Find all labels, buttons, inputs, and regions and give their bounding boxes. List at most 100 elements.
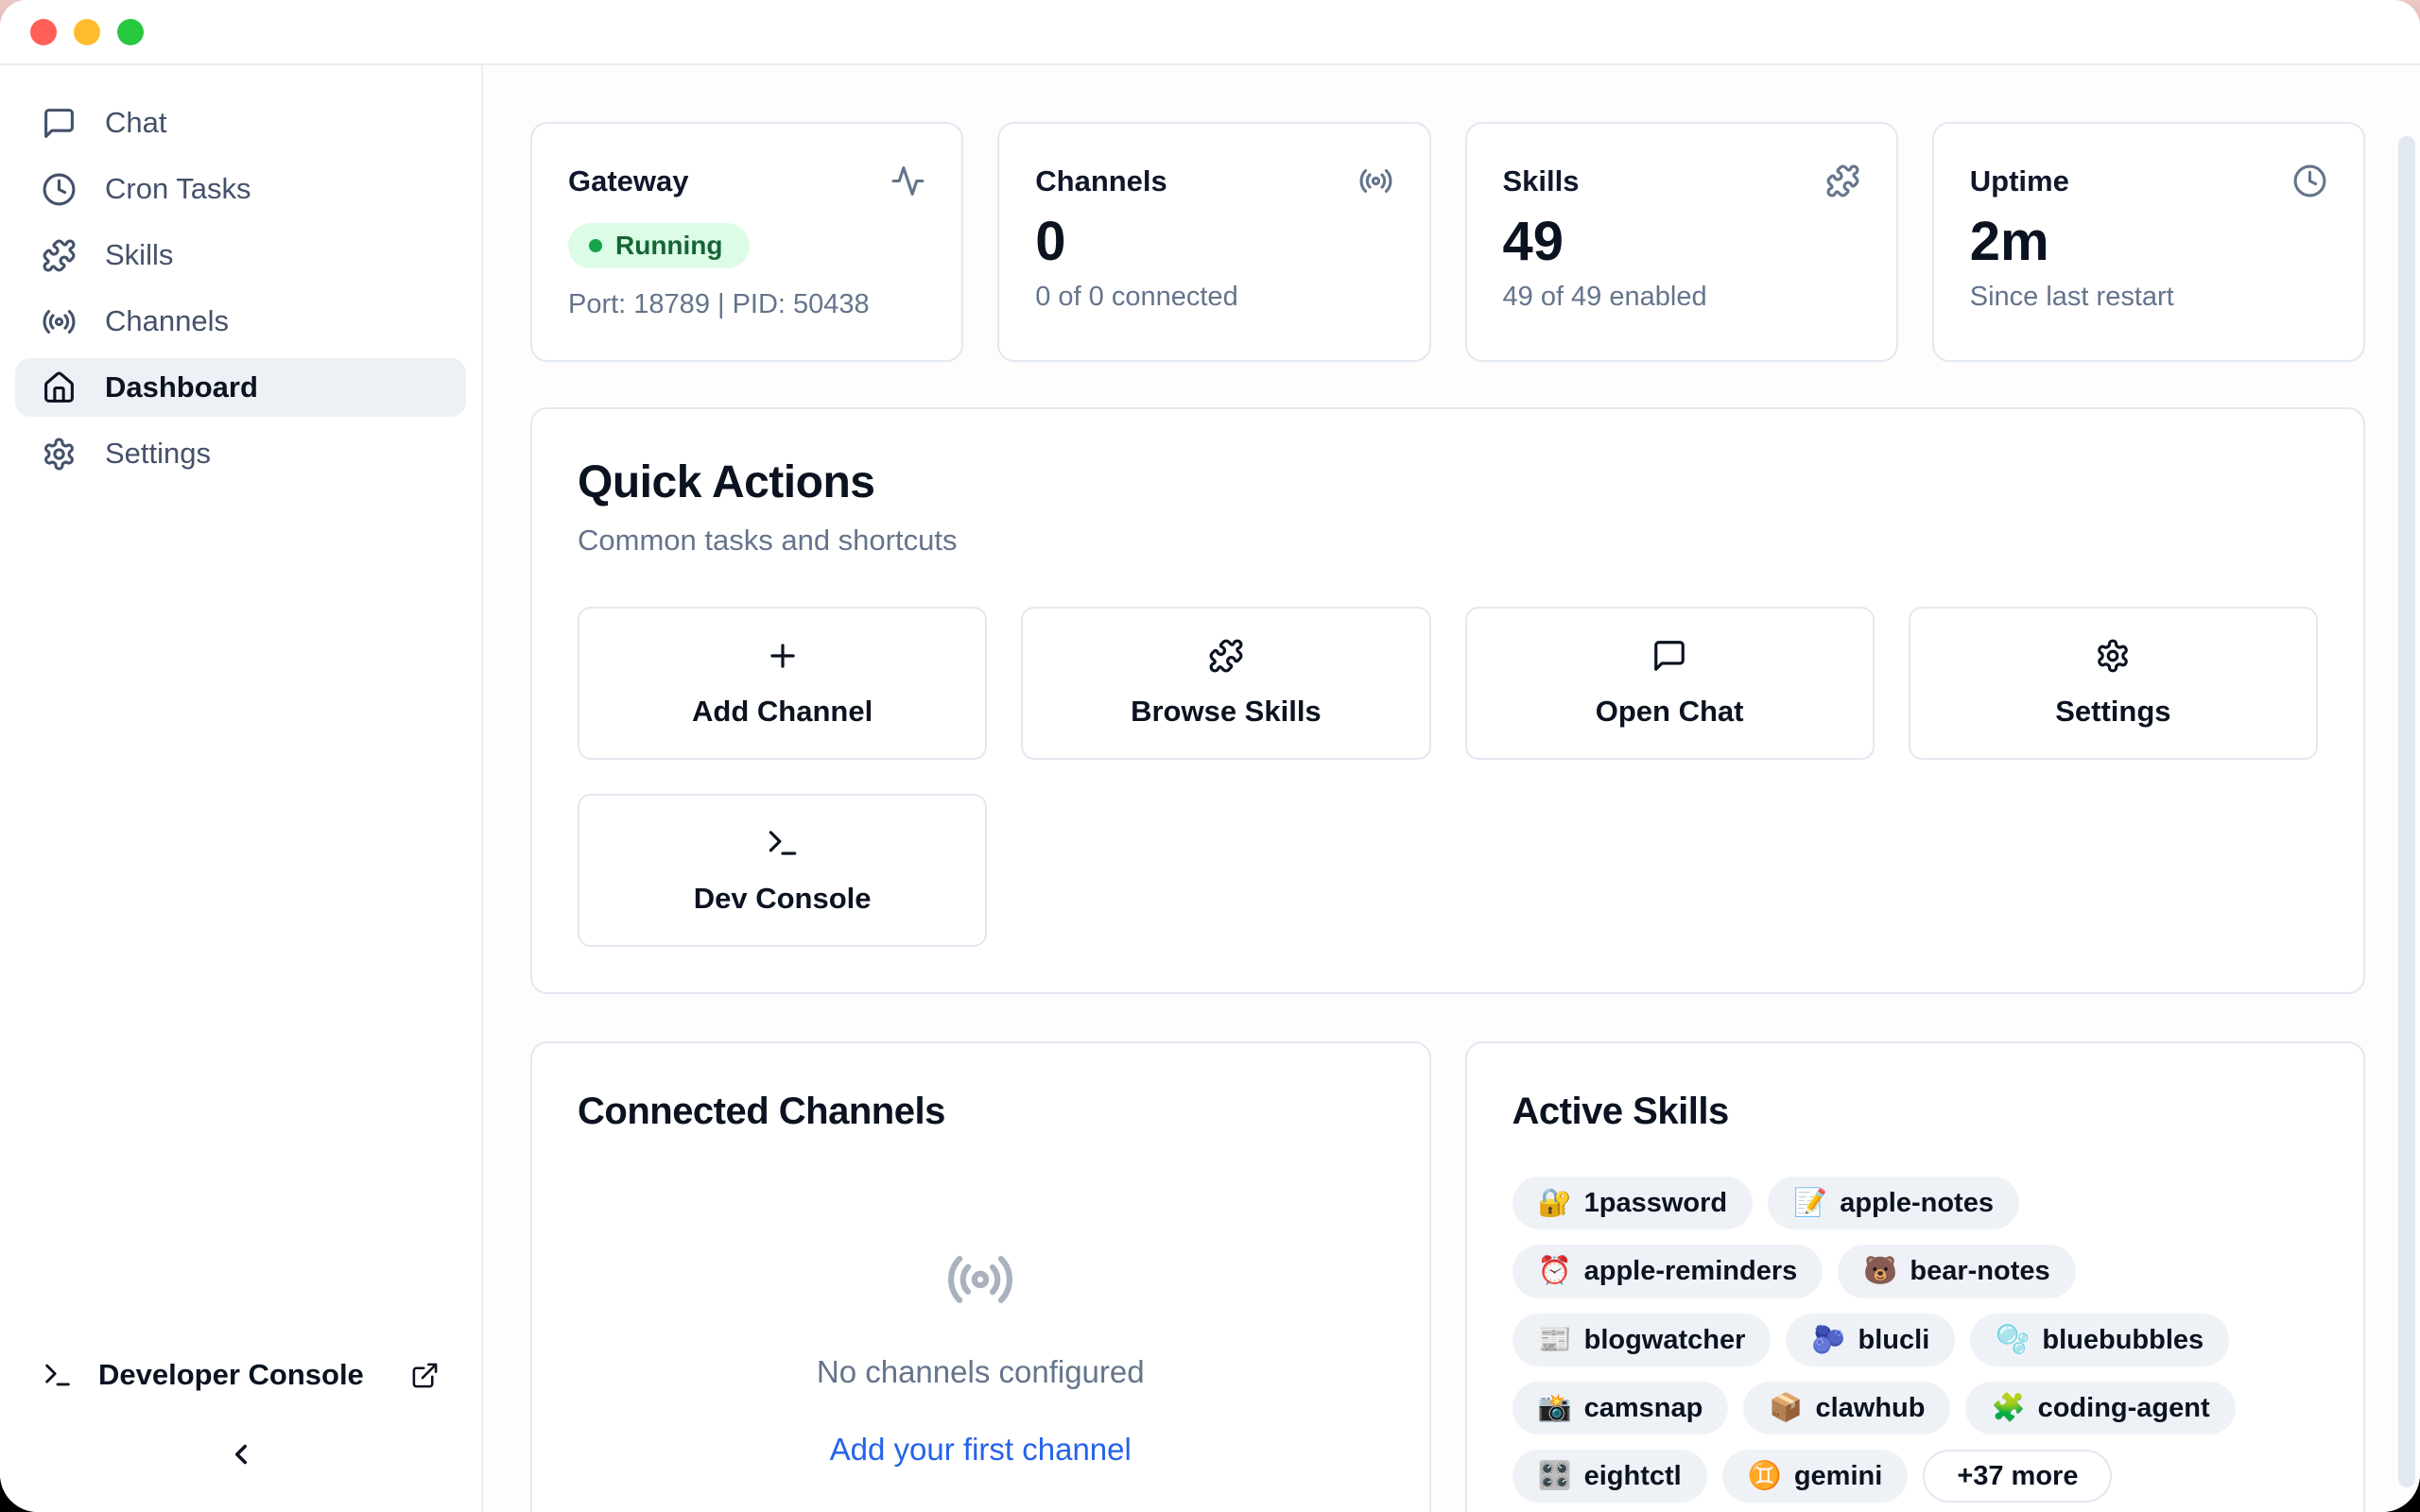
settings-label: Settings [2055,695,2170,729]
skills-count: 49 [1503,212,1860,272]
skill-pill: ♊ gemini [1722,1450,1909,1503]
sidebar-item-label: Skills [105,238,173,272]
settings-button[interactable]: Settings [1909,607,2318,760]
skill-emoji: 🎛️ [1538,1459,1572,1493]
gateway-card-title: Gateway [568,164,689,198]
skill-name: bluebubbles [2042,1323,2204,1357]
sidebar-item-skills[interactable]: Skills [15,226,466,284]
stats-row: Gateway Running Port: 18789 | PID: 50438… [530,122,2365,362]
sidebar-item-settings[interactable]: Settings [15,424,466,483]
skill-pill: 🎛️ eightctl [1512,1450,1707,1503]
skill-emoji: 🫧 [1996,1323,2030,1357]
add-channel-button[interactable]: Add Channel [578,607,987,760]
skill-pill: 📝apple-notes [1768,1177,2019,1229]
sidebar-item-chat[interactable]: Chat [15,94,466,152]
skills-card-title: Skills [1503,164,1580,198]
skill-emoji: 🐻 [1863,1254,1897,1288]
radio-icon [42,304,77,339]
chevron-left-icon [225,1438,257,1470]
plus-icon [765,638,801,674]
no-channels-text: No channels configured [817,1354,1145,1390]
skill-name: eightctl [1584,1459,1682,1493]
minimize-button[interactable] [74,19,100,45]
add-first-channel-link[interactable]: Add your first channel [830,1432,1132,1468]
skill-name: blogwatcher [1584,1323,1746,1357]
close-button[interactable] [30,19,57,45]
sidebar-item-label: Channels [105,304,229,338]
connected-channels-card: Connected Channels No channels configure… [530,1041,1431,1512]
dev-console-button[interactable]: Dev Console [578,794,987,947]
gateway-port-pid: Port: 18789 | PID: 50438 [568,289,925,320]
skills-pill-list: 🔐1password 📝apple-notes ⏰apple-reminders… [1512,1177,2319,1503]
sidebar-item-label: Settings [105,437,211,471]
open-chat-button[interactable]: Open Chat [1465,607,1875,760]
skill-pill: ⏰apple-reminders [1512,1245,1824,1297]
skill-pill: 🐻 bear-notes [1838,1245,2075,1297]
skill-emoji: 📝 [1793,1186,1827,1220]
external-link-icon [410,1361,440,1390]
browse-skills-label: Browse Skills [1131,695,1322,729]
sidebar: Chat Cron Tasks Skills Channels Dashboar… [0,65,483,1512]
skill-pill: 📸camsnap [1512,1382,1729,1435]
app-window: Chat Cron Tasks Skills Channels Dashboar… [0,0,2420,1512]
channels-count: 0 [1035,212,1392,272]
sidebar-collapse-button[interactable] [15,1421,466,1487]
skill-name: blucli [1858,1323,1930,1357]
developer-console-label: Developer Console [98,1358,364,1392]
skill-pill: 📦clawhub [1743,1382,1950,1435]
skill-name: coding-agent [2038,1391,2210,1425]
skill-name: gemini [1794,1459,1882,1493]
skill-emoji: 🔐 [1538,1186,1572,1220]
home-icon [42,370,77,405]
skill-emoji: ♊ [1748,1459,1782,1493]
zoom-button[interactable] [117,19,144,45]
vertical-scrollbar-thumb[interactable] [2398,136,2415,1487]
skills-card: Skills 49 49 of 49 enabled [1465,122,1898,362]
gear-icon [2095,638,2131,674]
dev-console-label: Dev Console [694,882,872,916]
puzzle-icon [1208,638,1244,674]
chat-icon [42,106,77,141]
sidebar-item-channels[interactable]: Channels [15,292,466,351]
uptime-card-title: Uptime [1970,164,2069,198]
skills-subtext: 49 of 49 enabled [1503,282,1860,313]
browse-skills-button[interactable]: Browse Skills [1021,607,1430,760]
sidebar-item-dashboard[interactable]: Dashboard [15,358,466,417]
uptime-value: 2m [1970,212,2327,272]
skill-pill: 🔐1password [1512,1177,1754,1229]
developer-console-link[interactable]: Developer Console [15,1346,466,1404]
connected-channels-title: Connected Channels [578,1091,1384,1133]
skill-name: bear-notes [1910,1254,2049,1288]
gateway-status-badge: Running [568,223,750,268]
open-chat-label: Open Chat [1596,695,1744,729]
sidebar-item-label: Dashboard [105,370,258,404]
terminal-icon [765,825,801,861]
skill-emoji: 🫐 [1811,1323,1845,1357]
gateway-card: Gateway Running Port: 18789 | PID: 50438 [530,122,963,362]
chat-icon [1651,638,1687,674]
add-channel-label: Add Channel [692,695,873,729]
channels-card: Channels 0 0 of 0 connected [997,122,1430,362]
skill-pill: 🫧 bluebubbles [1970,1314,2229,1366]
quick-actions-subtitle: Common tasks and shortcuts [578,524,2318,558]
puzzle-icon [42,238,77,273]
terminal-icon [42,1359,74,1391]
skill-emoji: ⏰ [1538,1254,1572,1288]
active-skills-title: Active Skills [1512,1091,2319,1133]
clock-icon [2292,163,2327,198]
skill-emoji: 🧩 [1991,1391,2025,1425]
gear-icon [42,437,77,472]
puzzle-icon [1825,163,1860,198]
channels-card-title: Channels [1035,164,1167,198]
more-skills-button[interactable]: +37 more [1923,1450,2112,1503]
skill-pill: 📰blogwatcher [1512,1314,1772,1366]
skill-name: clawhub [1815,1391,1925,1425]
activity-icon [890,163,925,198]
skill-name: camsnap [1584,1391,1703,1425]
sidebar-item-label: Cron Tasks [105,172,251,206]
uptime-subtext: Since last restart [1970,282,2327,313]
uptime-card: Uptime 2m Since last restart [1932,122,2365,362]
sidebar-item-cron-tasks[interactable]: Cron Tasks [15,160,466,218]
active-skills-card: Active Skills 🔐1password 📝apple-notes ⏰a… [1465,1041,2366,1512]
gateway-status-label: Running [615,231,723,261]
